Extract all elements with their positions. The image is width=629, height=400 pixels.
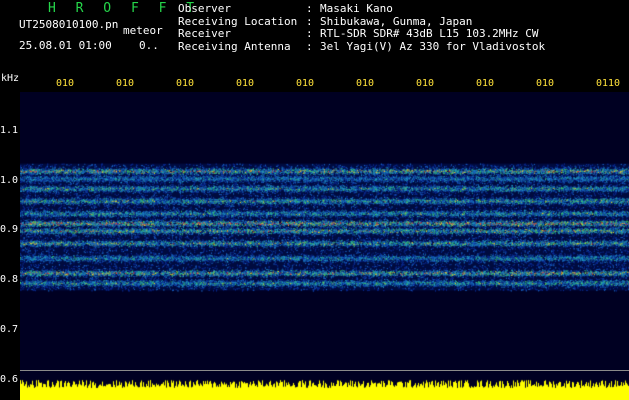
- info-row-antenna: Receiving Antenna : 3el Yagi(V) Az 330 f…: [178, 39, 546, 54]
- spectrogram-canvas: [20, 92, 629, 400]
- station-info: Observer : Masaki Kano Receiving Locatio…: [178, 2, 546, 54]
- time-tick-label: 010: [116, 78, 135, 89]
- time-tick-label: 010: [416, 78, 435, 89]
- time-tick-label: 010: [236, 78, 255, 89]
- frequency-tick-label: 0.7: [0, 324, 19, 335]
- time-tick-label: 010: [536, 78, 555, 89]
- info-value: 3el Yagi(V) Az 330 for Vladivostok: [320, 39, 546, 53]
- info-separator: :: [306, 39, 313, 53]
- time-tick-label: 0110: [596, 78, 621, 89]
- info-value: Masaki Kano: [320, 2, 393, 15]
- info-value: RTL-SDR SDR# 43dB L15 103.2MHz CW: [320, 27, 539, 40]
- frequency-tick-label: 0.8: [0, 274, 19, 285]
- frequency-unit-label: kHz: [1, 73, 20, 84]
- info-row-receiver: Receiver : RTL-SDR SDR# 43dB L15 103.2MH…: [178, 27, 545, 41]
- info-separator: :: [306, 27, 313, 40]
- info-label: Receiving Antenna: [178, 39, 291, 53]
- info-row-observer: Observer : Masaki Kano: [178, 2, 545, 16]
- info-label: Observer: [178, 2, 231, 15]
- time-tick-label: 010: [476, 78, 495, 89]
- info-label: Receiver: [178, 27, 231, 40]
- file-name: UT2508010100.pn: [19, 18, 119, 31]
- meteor-counter: 0..: [139, 39, 159, 52]
- observation-datetime: 25.08.01 01:00: [19, 39, 112, 52]
- time-tick-label: 010: [56, 78, 75, 89]
- frequency-tick-label: 1.0: [0, 175, 19, 186]
- time-tick-label: 010: [296, 78, 315, 89]
- time-tick-label: 010: [176, 78, 195, 89]
- frequency-tick-label: 1.1: [0, 125, 19, 136]
- frequency-tick-label: 0.6: [0, 374, 19, 385]
- time-tick-label: 010: [356, 78, 375, 89]
- meteor-label: meteor: [123, 24, 163, 37]
- info-separator: :: [306, 2, 313, 15]
- frequency-tick-label: 0.9: [0, 224, 19, 235]
- audio-baseline: [20, 370, 629, 371]
